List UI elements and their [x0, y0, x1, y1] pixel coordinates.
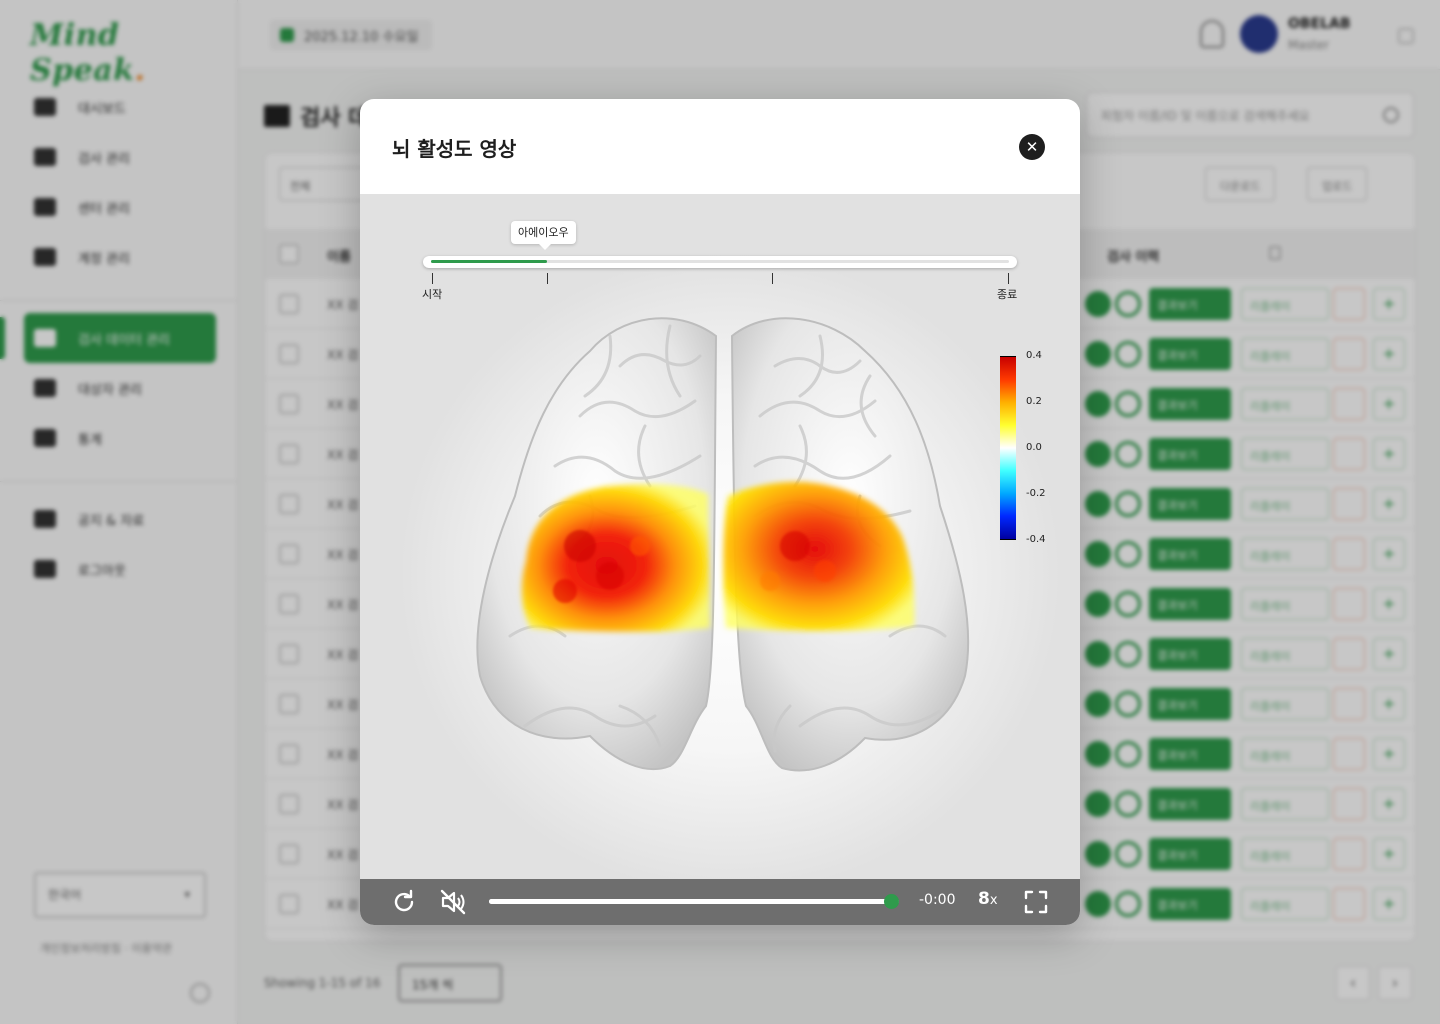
colorbar-tick-label: -0.4 — [1026, 534, 1046, 545]
brain-video-stage: 아에이오우 시작 종료 0.4 0.2 0.0 -0.2 -0.4 — [360, 194, 1080, 879]
timeline-tick — [771, 273, 773, 284]
remaining-time: -0:00 — [919, 892, 956, 908]
timeline-progress — [431, 260, 547, 263]
video-controls: -0:00 8x — [360, 879, 1080, 925]
timeline-tick — [547, 273, 549, 284]
activation-colorbar — [1000, 356, 1016, 540]
close-button[interactable]: ✕ — [1019, 134, 1045, 160]
seek-handle[interactable] — [883, 894, 899, 909]
modal-title: 뇌 활성도 영상 — [392, 137, 517, 161]
brain-activity-modal: 뇌 활성도 영상 ✕ 아에이오우 시작 종료 0.4 0.2 0.0 -0.2 … — [360, 99, 1080, 925]
colorbar-tick-label: 0.0 — [1026, 442, 1042, 453]
colorbar-tick-label: 0.4 — [1026, 350, 1042, 361]
colorbar-tick-label: 0.2 — [1026, 396, 1042, 407]
seek-progress — [489, 899, 891, 904]
close-icon: ✕ — [1025, 138, 1039, 156]
stimulus-timeline[interactable] — [423, 256, 1017, 268]
mute-icon[interactable] — [439, 888, 467, 916]
timeline-start-label: 시작 — [422, 288, 443, 301]
timeline-end-label: 종료 — [997, 288, 1018, 301]
colorbar-tick-label: -0.2 — [1026, 488, 1046, 499]
replay-icon[interactable] — [390, 888, 418, 916]
playback-speed-button[interactable]: 8x — [978, 889, 998, 909]
seek-bar[interactable] — [489, 894, 899, 909]
timeline-marker-label: 아에이오우 — [511, 221, 576, 250]
timeline-track — [431, 260, 1009, 263]
brain-activation-image — [476, 317, 970, 772]
fullscreen-icon[interactable] — [1022, 888, 1050, 916]
timeline-tick — [432, 273, 433, 284]
timeline-tick — [1008, 273, 1009, 284]
